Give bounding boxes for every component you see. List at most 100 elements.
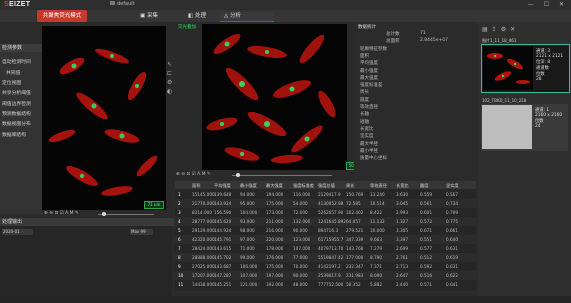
table-header-cell[interactable]: 强度标准差 [293, 183, 314, 189]
table-cell: 10 [178, 273, 184, 278]
process-icon: ◧ [188, 13, 195, 19]
table-cell: 1241645.892 [318, 219, 346, 224]
table-cell: 864716.3 [318, 228, 338, 233]
export-icon[interactable]: ⇪ [492, 26, 501, 33]
table-cell: 173.000 [266, 210, 284, 215]
main-image-toolbar[interactable]: ⊕ ⊖ ⊡ ☑ A.M ✎ [176, 172, 211, 179]
table-header-cell[interactable]: 最大强度 [266, 183, 283, 189]
table-cell: 192.000 [266, 282, 284, 287]
table-cell: 48.000 [293, 282, 308, 287]
left-item[interactable]: 自动检测时间 [2, 58, 31, 65]
thumbnail-image [483, 46, 533, 90]
table-header-cell[interactable]: 面积 [192, 183, 200, 189]
thumbnail[interactable]: 通道: 1 2160 x 2160 位数 24 [481, 104, 568, 151]
stats-header: 数据统计 [358, 25, 376, 30]
stats-label: 最大半径 [360, 141, 378, 147]
table-cell: 194.000 [266, 192, 284, 197]
main-zoom-slider-handle[interactable] [236, 173, 240, 177]
table-cell: 3.397 [396, 237, 408, 242]
table-cell: 0.516 [420, 273, 432, 278]
edit-icon[interactable]: ✎ [207, 172, 211, 177]
table-cell: 0.559 [420, 192, 432, 197]
table-cell: 145.791 [214, 237, 232, 242]
table-cell: 0.619 [446, 255, 458, 260]
thumb-title: 102_TBKD_11_10_218 [482, 98, 527, 103]
table-cell: 5519847.42 [318, 255, 344, 260]
table-cell: 178.000 [266, 246, 284, 251]
table-cell: 97.000 [240, 237, 255, 242]
delete-icon[interactable]: ✕ [510, 26, 519, 33]
table-header-cell[interactable]: 最小强度 [240, 183, 257, 189]
table-header-cell[interactable]: 坚实度 [446, 183, 459, 189]
zoom-in-icon[interactable]: ⊕ [44, 211, 48, 216]
table-cell: 132.000 [293, 219, 311, 224]
right-toolbar[interactable]: ▤⇪⚙✕ [482, 26, 519, 33]
log-date-select[interactable]: 2020-01 [2, 229, 33, 235]
left-item[interactable]: 数据视图分布 [2, 120, 31, 127]
zoom-out-icon[interactable]: ⊖ [49, 211, 53, 216]
window-controls[interactable]: — ☐ ✕ [528, 1, 568, 8]
zoom-out-icon[interactable]: ⊖ [181, 172, 185, 177]
table-cell: 147.287 [214, 273, 232, 278]
file-icon[interactable]: ▤ [482, 26, 492, 33]
table-cell: 0.561 [420, 201, 432, 206]
stats-label: 圆度 [360, 97, 369, 103]
app-logo: SEIZET [4, 1, 31, 8]
table-cell: 144.924 [214, 228, 232, 233]
table-header-cell[interactable]: 周长 [346, 183, 354, 189]
tab-acquire[interactable]: ▣ 采集 [140, 12, 180, 21]
left-item[interactable]: 定位视图 [2, 79, 21, 86]
table-cell: 90.000 [293, 273, 308, 278]
log-range-select[interactable]: Max 99 [130, 229, 153, 235]
left-item[interactable]: 共同值 [6, 69, 20, 76]
table-header-cell[interactable]: 平均强度 [214, 183, 231, 189]
small-zoom-slider[interactable] [98, 214, 154, 215]
table-cell: 95.000 [240, 201, 255, 206]
main-zoom-slider[interactable] [232, 175, 332, 176]
table-cell: 139.648 [214, 192, 232, 197]
main-fluorescence-image[interactable] [202, 24, 347, 170]
fit-icon[interactable]: ⊡ [54, 211, 58, 216]
image-label: 荧光叠加 [178, 25, 196, 30]
status-bar [0, 296, 571, 303]
settings-icon[interactable]: ⚙ [501, 26, 510, 33]
scale-bar: 71 um [144, 201, 164, 209]
table-cell: 143.615 [214, 246, 232, 251]
mode-button[interactable]: 共聚焦荧光模式 [37, 10, 87, 22]
left-item[interactable]: 预测数据结构 [2, 110, 31, 117]
table-cell: 347.339 [346, 237, 364, 242]
small-image-toolbar[interactable]: ⊕ ⊖ ⊡ ☑ A.M ✎ [44, 211, 79, 218]
table-cell: 0.622 [446, 273, 458, 278]
table-cell: 3.045 [396, 201, 408, 206]
table-cell: 121.000 [240, 282, 258, 287]
table-header-cell[interactable]: 强度总值 [318, 183, 335, 189]
table-cell: 2.647 [396, 273, 408, 278]
table-cell: 7.279 [370, 246, 382, 251]
edit-icon[interactable]: ✎ [75, 211, 79, 216]
table-cell: 0.601 [420, 210, 432, 215]
table-cell: 2.713 [396, 264, 408, 269]
project-selector[interactable]: default [110, 1, 135, 7]
fit-icon[interactable]: ⊡ [186, 172, 190, 177]
zoom-in-icon[interactable]: ⊕ [176, 172, 180, 177]
table-cell: 8.790 [370, 255, 382, 260]
table-cell: 0.775 [446, 219, 458, 224]
thumbnail-selected[interactable]: 通道: 3 2121 x 2121 位深: 8 通道数 位数 28 [481, 44, 570, 93]
left-item[interactable]: 共享分析阈值 [2, 89, 31, 96]
left-item[interactable]: 阈值边界检测 [2, 100, 31, 107]
table-cell: 54.000 [293, 201, 308, 206]
table-header-cell[interactable]: 长宽比 [396, 183, 409, 189]
table-cell: 0.734 [446, 201, 458, 206]
table-cell: 220.000 [266, 237, 284, 242]
checkbox-icon[interactable]: ☑ [192, 172, 196, 177]
table-cell: 5262657.90 [318, 210, 344, 215]
left-item[interactable]: 数据库结构 [2, 131, 26, 138]
table-cell: 0.577 [420, 246, 432, 251]
small-zoom-slider-handle[interactable] [102, 212, 106, 216]
table-header-cell[interactable]: 圆度 [420, 183, 428, 189]
table-header-cell[interactable]: 等效直径 [370, 183, 387, 189]
table-cell: 1.327 [396, 219, 408, 224]
tab-analysis[interactable]: ◬ 分析 [220, 12, 274, 22]
small-fluorescence-image[interactable] [42, 26, 166, 210]
checkbox-icon[interactable]: ☑ [60, 211, 64, 216]
